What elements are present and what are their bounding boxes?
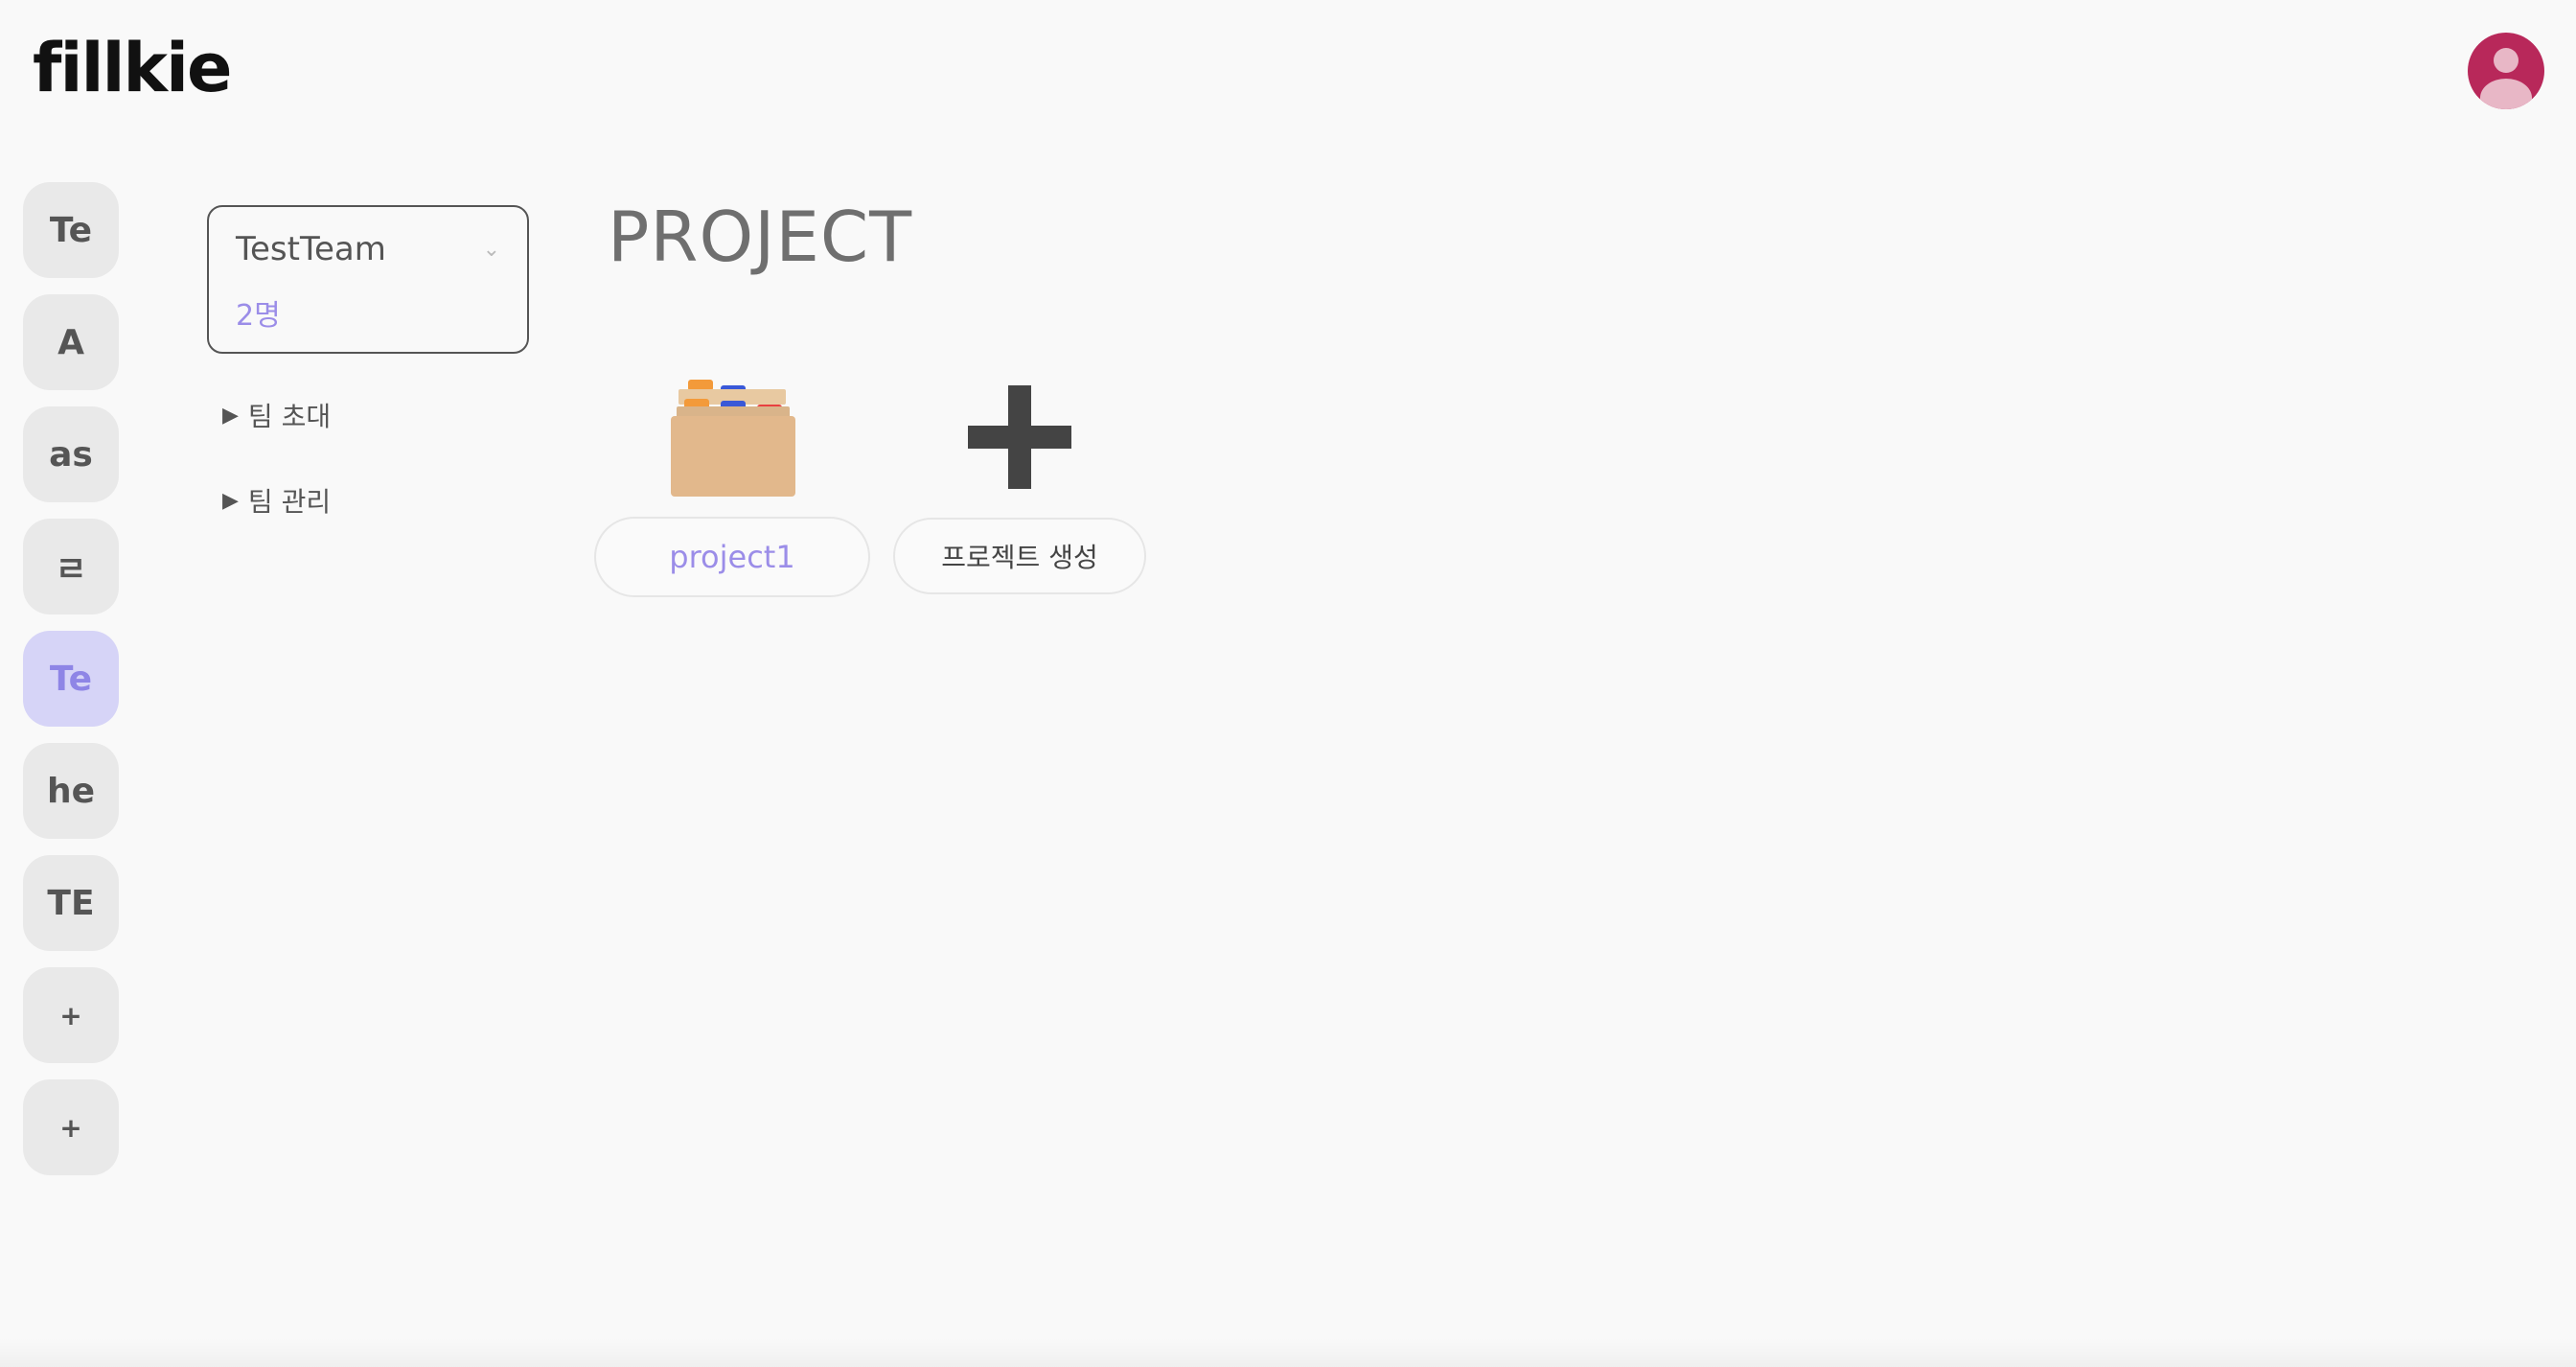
rail-add-button[interactable]: + [23,967,119,1063]
user-avatar[interactable] [2468,33,2544,109]
menu-team-invite[interactable]: ▶ 팀 초대 [222,396,331,434]
app-logo[interactable]: fillkie [33,29,232,107]
menu-team-manage-label: 팀 관리 [247,486,332,518]
page-title: PROJECT [608,197,913,277]
plus-icon-bar-vertical [1008,385,1031,489]
triangle-right-icon: ▶ [222,488,239,513]
bottom-shadow [0,1338,2576,1367]
project-card-button[interactable]: project1 [594,517,870,597]
rail-team-item[interactable]: as [23,406,119,502]
rail-team-item[interactable]: Te [23,182,119,278]
menu-team-invite-label: 팀 초대 [247,401,332,432]
rail-team-item-active[interactable]: Te [23,631,119,727]
rail-team-item[interactable]: he [23,743,119,839]
rail-add-button[interactable]: + [23,1079,119,1175]
rail-team-item[interactable]: ㄹ [23,519,119,614]
avatar-head-icon [2494,48,2518,73]
app-root: fillkie Te A as ㄹ Te he TE + + TestTeam … [0,0,2576,1367]
triangle-right-icon: ▶ [222,403,239,428]
team-rail: Te A as ㄹ Te he TE + + [23,182,119,1175]
card-file-box-icon[interactable] [671,380,795,497]
create-project-button[interactable]: 프로젝트 생성 [893,518,1146,594]
plus-icon[interactable] [968,385,1071,489]
team-selector[interactable]: TestTeam ⌄ 2명 [207,205,529,354]
rail-team-item[interactable]: A [23,294,119,390]
menu-team-manage[interactable]: ▶ 팀 관리 [222,481,331,520]
chevron-down-icon[interactable]: ⌄ [483,238,500,262]
rail-team-item[interactable]: TE [23,855,119,951]
team-member-count: 2명 [236,299,281,333]
team-name: TestTeam [236,230,386,268]
avatar-body-icon [2480,79,2532,109]
